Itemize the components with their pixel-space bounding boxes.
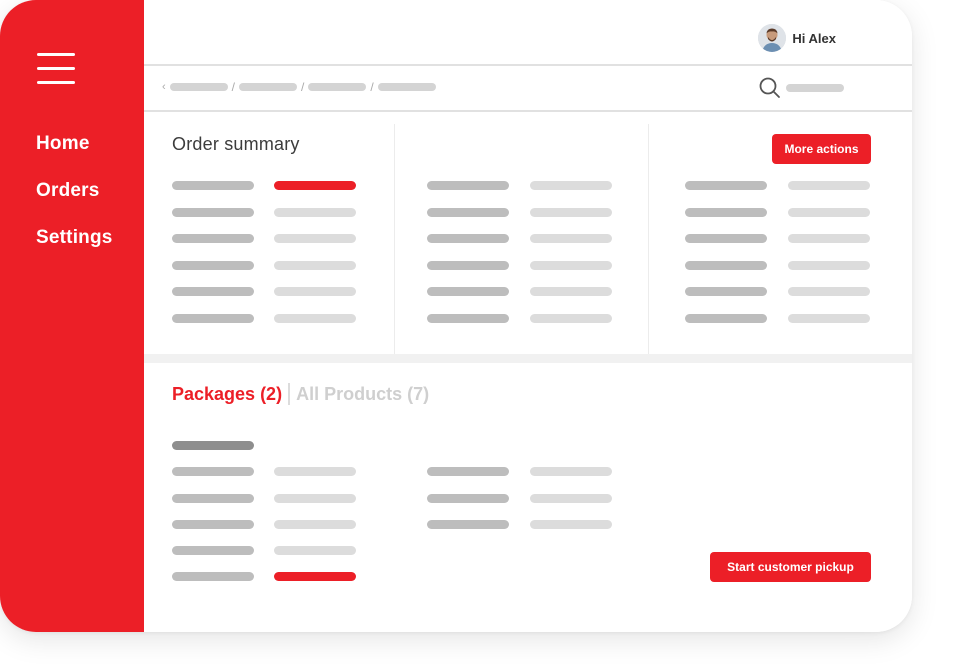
summary-value-placeholder: [788, 208, 870, 217]
summary-value-placeholder: [788, 261, 870, 270]
user-greeting: Hi Alex: [792, 30, 836, 46]
package-value-placeholder: [530, 520, 612, 529]
sidebar-item-orders[interactable]: Orders: [36, 177, 113, 224]
hamburger-menu-icon[interactable]: [37, 53, 75, 85]
tab-separator: [288, 383, 291, 405]
breadcrumb: ‹ / / /: [162, 81, 436, 93]
summary-value-placeholder: [530, 287, 612, 296]
package-label-placeholder: [427, 467, 509, 476]
summary-value-placeholder: [274, 208, 356, 217]
column-divider: [394, 124, 395, 354]
breadcrumb-separator: /: [370, 80, 374, 94]
package-value-placeholder: [274, 494, 356, 503]
chevron-left-icon[interactable]: ‹: [162, 81, 166, 93]
sidebar: Home Orders Settings: [0, 0, 144, 632]
column-divider: [648, 124, 649, 354]
summary-value-highlight: [274, 181, 356, 190]
summary-value-placeholder: [274, 287, 356, 296]
summary-label-placeholder: [172, 181, 254, 190]
search-input-placeholder[interactable]: [786, 84, 844, 92]
top-header: Hi Alex: [144, 0, 912, 66]
sidebar-nav: Home Orders Settings: [36, 130, 113, 271]
sidebar-item-settings[interactable]: Settings: [36, 224, 113, 271]
summary-value-placeholder: [274, 234, 356, 243]
package-value-placeholder: [530, 494, 612, 503]
summary-value-placeholder: [788, 234, 870, 243]
sidebar-item-home[interactable]: Home: [36, 130, 113, 177]
summary-label-placeholder: [427, 314, 509, 323]
summary-label-placeholder: [427, 287, 509, 296]
summary-label-placeholder: [427, 181, 509, 190]
breadcrumb-item[interactable]: [308, 83, 367, 91]
package-value-placeholder: [274, 520, 356, 529]
breadcrumb-separator: /: [301, 80, 305, 94]
summary-value-placeholder: [274, 314, 356, 323]
tab-packages[interactable]: Packages (2): [172, 384, 282, 405]
breadcrumb-item[interactable]: [239, 83, 298, 91]
summary-label-placeholder: [685, 261, 767, 270]
package-value-placeholder: [274, 546, 356, 555]
search-icon[interactable]: [758, 76, 782, 100]
section-divider: [144, 354, 912, 363]
breadcrumb-separator: /: [231, 80, 236, 94]
order-summary-panel: Order summary More actions: [144, 112, 912, 354]
summary-label-placeholder: [427, 208, 509, 217]
summary-label-placeholder: [172, 208, 254, 217]
summary-value-placeholder: [788, 314, 870, 323]
package-value-placeholder: [530, 467, 612, 476]
package-value-placeholder: [274, 467, 356, 476]
summary-label-placeholder: [685, 208, 767, 217]
summary-label-placeholder: [172, 287, 254, 296]
summary-label-placeholder: [685, 181, 767, 190]
packages-tabs: Packages (2) All Products (7): [172, 383, 429, 405]
summary-label-placeholder: [427, 234, 509, 243]
packages-panel: Packages (2) All Products (7) Start cust…: [144, 363, 912, 632]
more-actions-button[interactable]: More actions: [772, 134, 871, 164]
breadcrumb-bar: ‹ / / /: [144, 66, 912, 112]
summary-label-placeholder: [172, 314, 254, 323]
breadcrumb-item[interactable]: [169, 83, 228, 91]
summary-label-placeholder: [172, 261, 254, 270]
summary-value-placeholder: [788, 181, 870, 190]
summary-value-placeholder: [274, 261, 356, 270]
summary-value-placeholder: [530, 261, 612, 270]
package-label-placeholder: [172, 546, 254, 555]
search-box[interactable]: [758, 76, 844, 100]
package-heading-placeholder: [172, 441, 254, 450]
package-label-placeholder: [172, 494, 254, 503]
order-summary-title: Order summary: [172, 134, 300, 154]
app-window: Home Orders Settings Hi Alex ‹ / / / Ord…: [0, 0, 912, 632]
summary-value-placeholder: [530, 234, 612, 243]
package-label-placeholder: [172, 467, 254, 476]
package-label-placeholder: [427, 494, 509, 503]
summary-value-placeholder: [530, 181, 612, 190]
package-label-placeholder: [427, 520, 509, 529]
summary-label-placeholder: [685, 287, 767, 296]
summary-label-placeholder: [427, 261, 509, 270]
tab-all-products[interactable]: All Products (7): [296, 384, 429, 405]
summary-value-placeholder: [530, 208, 612, 217]
summary-label-placeholder: [685, 314, 767, 323]
summary-value-placeholder: [788, 287, 870, 296]
package-label-placeholder: [172, 520, 254, 529]
summary-value-placeholder: [530, 314, 612, 323]
user-menu[interactable]: Hi Alex: [758, 24, 836, 52]
breadcrumb-item[interactable]: [377, 83, 436, 91]
package-label-placeholder: [172, 572, 254, 581]
start-customer-pickup-button[interactable]: Start customer pickup: [710, 552, 871, 582]
user-avatar: [758, 24, 787, 52]
package-value-highlight: [274, 572, 356, 581]
summary-label-placeholder: [172, 234, 254, 243]
summary-label-placeholder: [685, 234, 767, 243]
